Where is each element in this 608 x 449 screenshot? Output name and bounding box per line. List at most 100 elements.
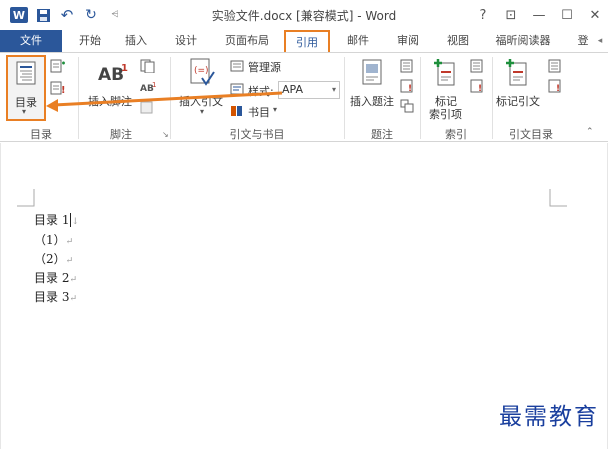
tab-signin[interactable]: 登	[574, 30, 592, 52]
tab-layout[interactable]: 页面布局	[218, 30, 276, 52]
insert-index-icon[interactable]	[470, 59, 484, 73]
paragraph-mark: ↵	[65, 256, 74, 266]
manage-sources-icon	[230, 60, 244, 72]
insert-footnote-label: 插入脚注	[88, 95, 132, 108]
doc-line: 目录 3↵	[34, 288, 77, 305]
tab-design[interactable]: 设计	[168, 30, 204, 52]
close-icon[interactable]: ✕	[588, 8, 602, 23]
group-label-toc: 目录	[30, 128, 52, 141]
style-label: 样式:	[248, 85, 274, 98]
tab-view[interactable]: 视图	[440, 30, 476, 52]
margin-corner-mark	[549, 189, 567, 207]
svg-text:(=): (=)	[194, 66, 209, 76]
insert-caption-label: 插入题注	[350, 95, 394, 108]
doc-line-text: 目录 2	[34, 271, 70, 285]
ribbon-tabs: 文件 开始 插入 设计 页面布局 引用 邮件 审阅 视图 福昕阅读器 登 ◂	[0, 30, 608, 52]
insert-endnote-icon[interactable]	[140, 59, 156, 73]
doc-line-text: 目录 3	[34, 290, 70, 304]
next-footnote-icon[interactable]: AB1	[140, 81, 158, 95]
mark-citation-label: 标记引文	[496, 95, 540, 108]
toc-button[interactable]: 目录 ▾	[6, 55, 46, 121]
svg-text:!: !	[61, 85, 66, 95]
toc-icon	[16, 61, 36, 85]
watermark-text: 最需教育	[499, 404, 599, 430]
group-separator	[492, 57, 493, 139]
cross-reference-icon[interactable]	[400, 99, 414, 113]
group-separator	[78, 57, 79, 139]
paragraph-mark: ↓	[71, 217, 79, 227]
update-index-icon[interactable]: !	[470, 79, 484, 93]
insert-table-of-figures-icon[interactable]	[400, 59, 414, 73]
tab-review[interactable]: 审阅	[390, 30, 426, 52]
save-icon[interactable]	[34, 6, 52, 24]
tab-references[interactable]: 引用	[284, 30, 330, 52]
citation-style-value: APA	[282, 83, 303, 96]
tab-foxit-reader[interactable]: 福昕阅读器	[488, 30, 558, 52]
quick-access-toolbar: W ↶ ↻ ⩤	[0, 0, 124, 30]
add-text-icon[interactable]	[50, 59, 66, 73]
word-logo-icon: W	[10, 7, 28, 23]
group-label-captions: 题注	[371, 128, 393, 141]
tab-insert[interactable]: 插入	[118, 30, 154, 52]
doc-line: 目录 2↵	[34, 269, 77, 286]
group-label-footnotes: 脚注	[110, 128, 132, 141]
ribbon-display-options-icon[interactable]: ⊡	[504, 8, 518, 23]
footnote-superscript: 1	[121, 63, 128, 74]
svg-text:!: !	[556, 84, 560, 93]
undo-icon[interactable]: ↶	[58, 6, 76, 24]
mark-entry-label-2: 索引项	[429, 108, 462, 121]
citation-style-select[interactable]: APA ▾	[278, 81, 340, 99]
chevron-down-icon: ▾	[273, 105, 278, 114]
mark-citation-icon	[506, 59, 527, 86]
paragraph-mark: ↵	[69, 275, 77, 285]
redo-icon[interactable]: ↻	[82, 6, 100, 24]
tab-scroll-icon[interactable]: ◂	[594, 30, 606, 52]
chevron-down-icon: ▾	[200, 107, 205, 116]
tab-mailings[interactable]: 邮件	[340, 30, 376, 52]
tab-home[interactable]: 开始	[72, 30, 108, 52]
doc-line: （1）↵	[34, 231, 73, 248]
customize-qat-icon[interactable]: ⩤	[106, 6, 124, 24]
insert-caption-icon	[362, 59, 382, 85]
mark-entry-icon	[434, 59, 455, 86]
doc-line: （2）↵	[34, 250, 73, 267]
doc-line-text: （2）	[34, 252, 66, 266]
ribbon-references: 目录 ▾ ! 目录 AB 1 插入脚注 AB1 脚注 ↘ (=) 插入引文 ▾	[0, 52, 608, 142]
bibliography-label: 书目	[248, 106, 270, 119]
manage-sources-label: 管理源	[248, 61, 281, 74]
update-table-of-authorities-icon[interactable]: !	[548, 79, 562, 93]
group-label-citations: 引文与书目	[229, 128, 285, 141]
group-label-toa: 引文目录	[509, 128, 553, 141]
margin-corner-mark	[17, 189, 35, 207]
document-page[interactable]: 目录 1 ↓ （1）↵ （2）↵ 目录 2↵ 目录 3↵ 最需教育	[0, 143, 608, 449]
insert-citation-icon: (=)	[190, 58, 215, 86]
help-icon[interactable]: ?	[476, 8, 490, 23]
collapse-ribbon-icon[interactable]: ⌃	[586, 127, 594, 137]
doc-line-text: 目录 1	[34, 213, 70, 227]
update-table-icon[interactable]: !	[50, 81, 66, 95]
group-separator	[420, 57, 421, 139]
doc-line-text: （1）	[34, 233, 66, 247]
svg-text:1: 1	[152, 81, 156, 89]
show-notes-icon[interactable]	[140, 101, 154, 115]
group-separator	[344, 57, 345, 139]
chevron-down-icon: ▾	[22, 107, 27, 116]
svg-text:!: !	[478, 84, 482, 93]
update-table-of-figures-icon[interactable]: !	[400, 79, 414, 93]
bibliography-icon	[231, 106, 242, 116]
window-controls: ? ⊡ — ☐ ✕	[476, 0, 602, 30]
paragraph-mark: ↵	[69, 294, 77, 304]
group-label-index: 索引	[445, 128, 467, 141]
chevron-down-icon: ▾	[331, 85, 336, 94]
dialog-launcher-icon[interactable]: ↘	[162, 130, 169, 139]
insert-table-of-authorities-icon[interactable]	[548, 59, 562, 73]
doc-line: 目录 1 ↓	[34, 211, 79, 228]
maximize-icon[interactable]: ☐	[560, 8, 574, 23]
tab-file[interactable]: 文件	[0, 30, 62, 52]
group-separator	[170, 57, 171, 139]
minimize-icon[interactable]: —	[532, 8, 546, 23]
svg-text:!: !	[408, 84, 412, 93]
style-icon	[230, 83, 244, 95]
title-bar: W ↶ ↻ ⩤ 实验文件.docx [兼容模式] - Word ? ⊡ — ☐ …	[0, 0, 608, 30]
paragraph-mark: ↵	[65, 237, 74, 247]
